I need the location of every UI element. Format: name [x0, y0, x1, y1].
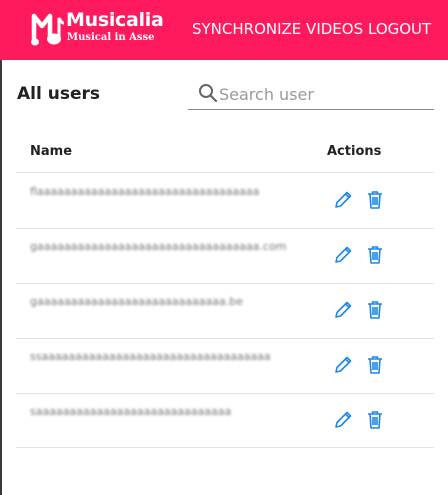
trash-icon[interactable]	[364, 354, 386, 376]
row-divider	[16, 447, 434, 448]
user-name-cell: gaaaaaaaaaaaaaaaaaaaaaaaaaaaa.be	[30, 295, 243, 308]
search-field[interactable]	[188, 80, 434, 110]
column-header-actions: Actions	[327, 144, 382, 159]
synchronize-videos-link[interactable]: SYNCHRONIZE VIDEOS	[192, 20, 363, 38]
search-input[interactable]	[219, 80, 429, 108]
pencil-icon[interactable]	[332, 409, 354, 431]
table-row: gaaaaaaaaaaaaaaaaaaaaaaaaaaaaaaaaa.com	[16, 228, 434, 283]
brand-name[interactable]: Musicalia	[66, 9, 164, 31]
top-app-bar: Musicalia Musical in Asse SYNCHRONIZE VI…	[0, 0, 448, 60]
search-icon	[198, 83, 218, 103]
pencil-icon[interactable]	[332, 299, 354, 321]
column-header-name[interactable]: Name	[30, 144, 72, 159]
user-name-cell: flaaaaaaaaaaaaaaaaaaaaaaaaaaaaaaaaa	[30, 185, 260, 198]
trash-icon[interactable]	[364, 409, 386, 431]
pencil-icon[interactable]	[332, 354, 354, 376]
window-edge	[0, 0, 2, 495]
table-row: gaaaaaaaaaaaaaaaaaaaaaaaaaaaa.be	[16, 283, 434, 338]
page-title: All users	[17, 84, 100, 104]
table-row: saaaaaaaaaaaaaaaaaaaaaaaaaaaaa	[16, 393, 434, 448]
music-note-logo-icon[interactable]	[30, 12, 64, 48]
user-name-cell: gaaaaaaaaaaaaaaaaaaaaaaaaaaaaaaaaa.com	[30, 240, 287, 253]
user-name-cell: ssaaaaaaaaaaaaaaaaaaaaaaaaaaaaaaaaaa	[30, 350, 271, 363]
pencil-icon[interactable]	[332, 244, 354, 266]
user-name-cell: saaaaaaaaaaaaaaaaaaaaaaaaaaaaa	[30, 405, 232, 418]
table-row: ssaaaaaaaaaaaaaaaaaaaaaaaaaaaaaaaaaa	[16, 338, 434, 393]
brand-tagline: Musical in Asse	[67, 32, 155, 43]
trash-icon[interactable]	[364, 299, 386, 321]
pencil-icon[interactable]	[332, 189, 354, 211]
trash-icon[interactable]	[364, 189, 386, 211]
logout-link[interactable]: LOGOUT	[368, 20, 431, 38]
trash-icon[interactable]	[364, 244, 386, 266]
table-row: flaaaaaaaaaaaaaaaaaaaaaaaaaaaaaaaaa	[16, 173, 434, 228]
